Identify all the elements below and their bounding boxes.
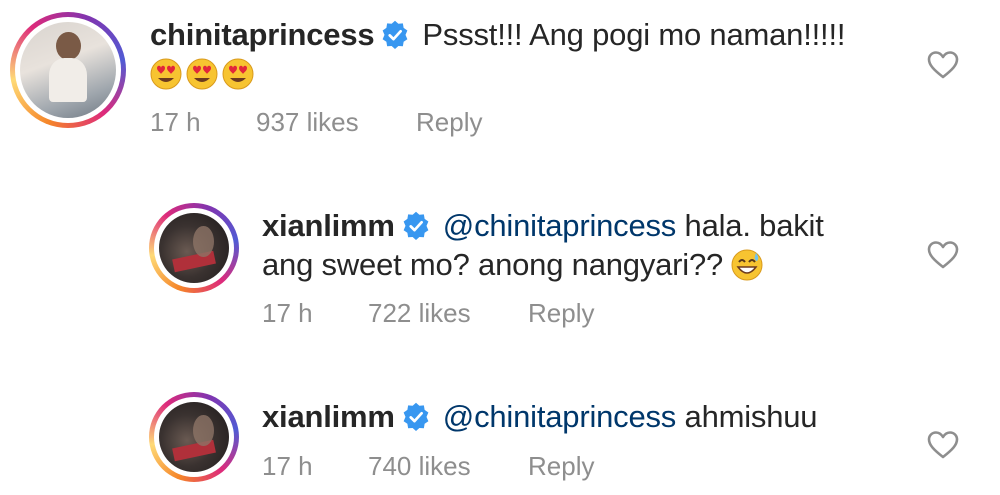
grinning-sweat-emoji-icon bbox=[731, 249, 763, 281]
comment-line: ang sweet mo? anong nangyari?? bbox=[262, 247, 767, 283]
like-heart-icon[interactable] bbox=[926, 48, 960, 82]
heart-eyes-emoji-icon bbox=[150, 58, 182, 90]
username-link[interactable]: xianlimm bbox=[262, 399, 395, 434]
verified-badge-icon bbox=[403, 211, 429, 240]
username-link[interactable]: xianlimm bbox=[262, 208, 395, 243]
avatar[interactable] bbox=[149, 392, 239, 482]
comment-meta: 17 h 740 likes Reply bbox=[262, 451, 594, 482]
timestamp: 17 h bbox=[262, 451, 313, 481]
timestamp: 17 h bbox=[262, 298, 313, 328]
timestamp: 17 h bbox=[150, 107, 201, 137]
reply-button[interactable]: Reply bbox=[528, 451, 594, 482]
comment-item: chinitaprincess Pssst!!! Ang pogi mo nama… bbox=[0, 0, 1000, 160]
comment-text: ang sweet mo? anong nangyari?? bbox=[262, 247, 724, 282]
comment-text: ahmishuu bbox=[684, 399, 818, 434]
likes-count[interactable]: 722 likes bbox=[368, 298, 528, 329]
like-heart-icon[interactable] bbox=[926, 238, 960, 272]
heart-eyes-emoji-icon bbox=[186, 58, 218, 90]
comment-item: xianlimm @chinitaprincess hala. bakit ang… bbox=[0, 190, 1000, 340]
comment-line: xianlimm @chinitaprincess ahmishuu bbox=[262, 399, 818, 435]
verified-badge-icon bbox=[383, 20, 408, 49]
mention-link[interactable]: @chinitaprincess bbox=[443, 208, 677, 243]
comment-meta: 17 h 722 likes Reply bbox=[262, 298, 594, 329]
heart-eyes-emoji-icon bbox=[222, 58, 254, 90]
comment-line: chinitaprincess Pssst!!! Ang pogi mo nama… bbox=[150, 17, 845, 53]
verified-badge-icon bbox=[403, 402, 429, 431]
emoji-row bbox=[150, 56, 258, 92]
comment-text: hala. bakit bbox=[684, 208, 824, 243]
likes-count[interactable]: 740 likes bbox=[368, 451, 528, 482]
comment-line: xianlimm @chinitaprincess hala. bakit bbox=[262, 208, 824, 244]
reply-button[interactable]: Reply bbox=[416, 107, 482, 138]
likes-count[interactable]: 937 likes bbox=[256, 107, 416, 138]
avatar[interactable] bbox=[10, 12, 126, 128]
comment-item: xianlimm @chinitaprincess ahmishuu 17 h 74… bbox=[0, 380, 1000, 495]
comment-meta: 17 h 937 likes Reply bbox=[150, 107, 482, 138]
like-heart-icon[interactable] bbox=[926, 428, 960, 462]
username-link[interactable]: chinitaprincess bbox=[150, 17, 375, 52]
mention-link[interactable]: @chinitaprincess bbox=[443, 399, 677, 434]
avatar[interactable] bbox=[149, 203, 239, 293]
reply-button[interactable]: Reply bbox=[528, 298, 594, 329]
comment-text: Pssst!!! Ang pogi mo naman!!!!! bbox=[422, 17, 846, 52]
